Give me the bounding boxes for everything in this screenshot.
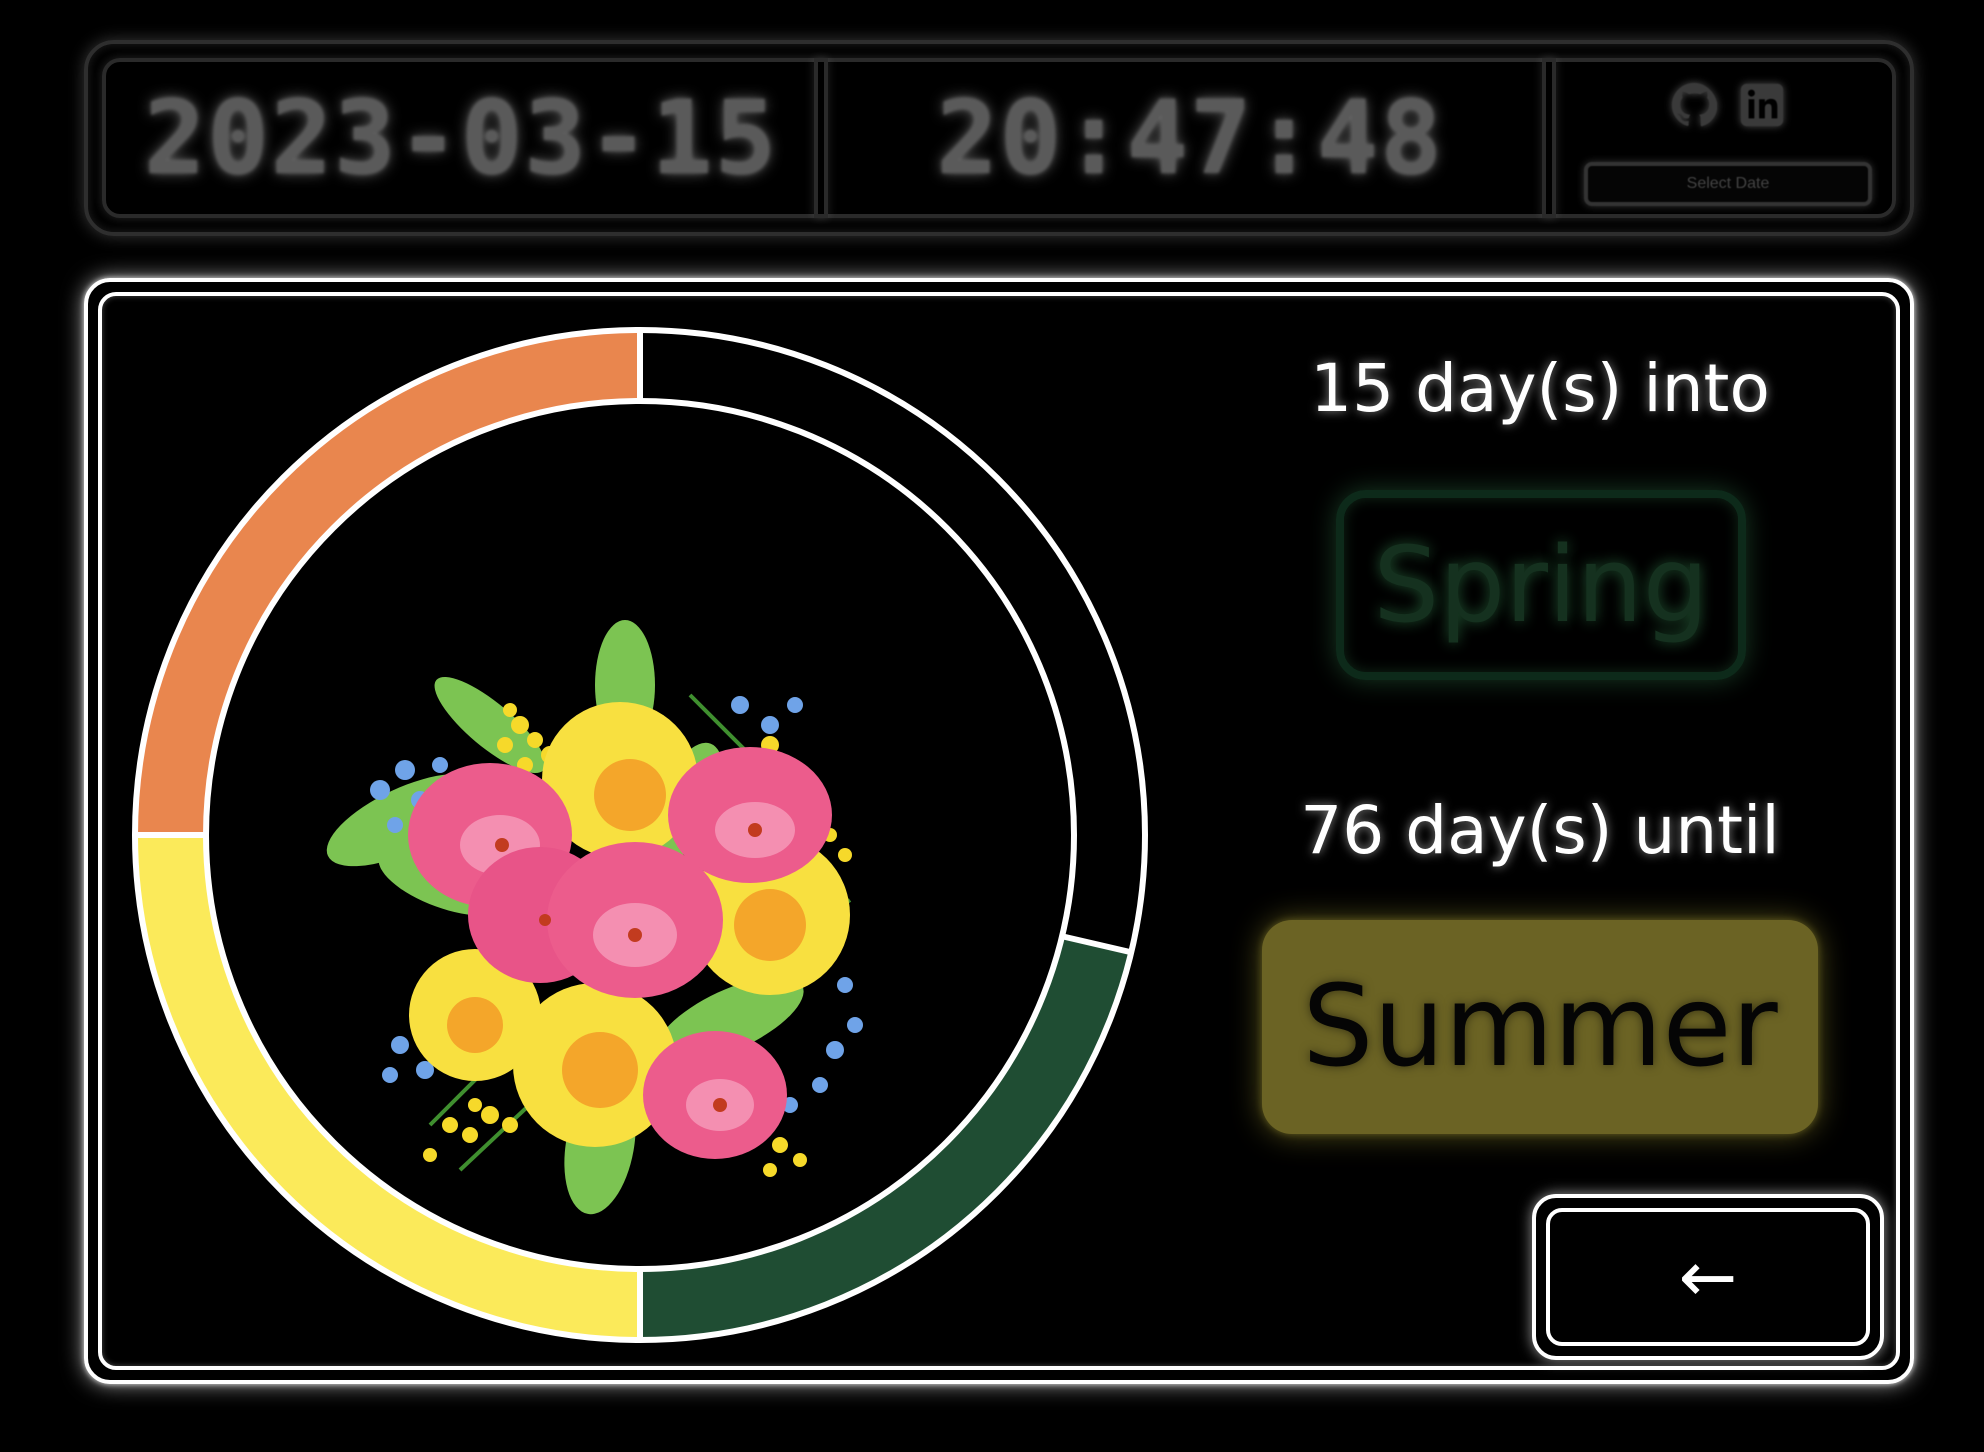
days-into-text: 15 day(s) into xyxy=(1310,350,1770,427)
season-wheel xyxy=(132,327,1148,1343)
divider xyxy=(814,58,828,218)
current-season-badge: Spring xyxy=(1336,490,1746,680)
back-button[interactable]: ← xyxy=(1532,1194,1884,1360)
next-season-badge: Summer xyxy=(1262,920,1818,1134)
next-season-label: Summer xyxy=(1302,962,1778,1092)
flower-bouquet-image xyxy=(326,620,863,1215)
days-until-text: 76 day(s) until xyxy=(1300,792,1780,869)
back-button-inner: ← xyxy=(1546,1208,1870,1346)
date-display: 2023-03-15 xyxy=(106,62,816,214)
current-season-label: Spring xyxy=(1373,524,1709,646)
back-arrow-icon: ← xyxy=(1678,1236,1738,1318)
date-text: 2023-03-15 xyxy=(143,78,779,198)
